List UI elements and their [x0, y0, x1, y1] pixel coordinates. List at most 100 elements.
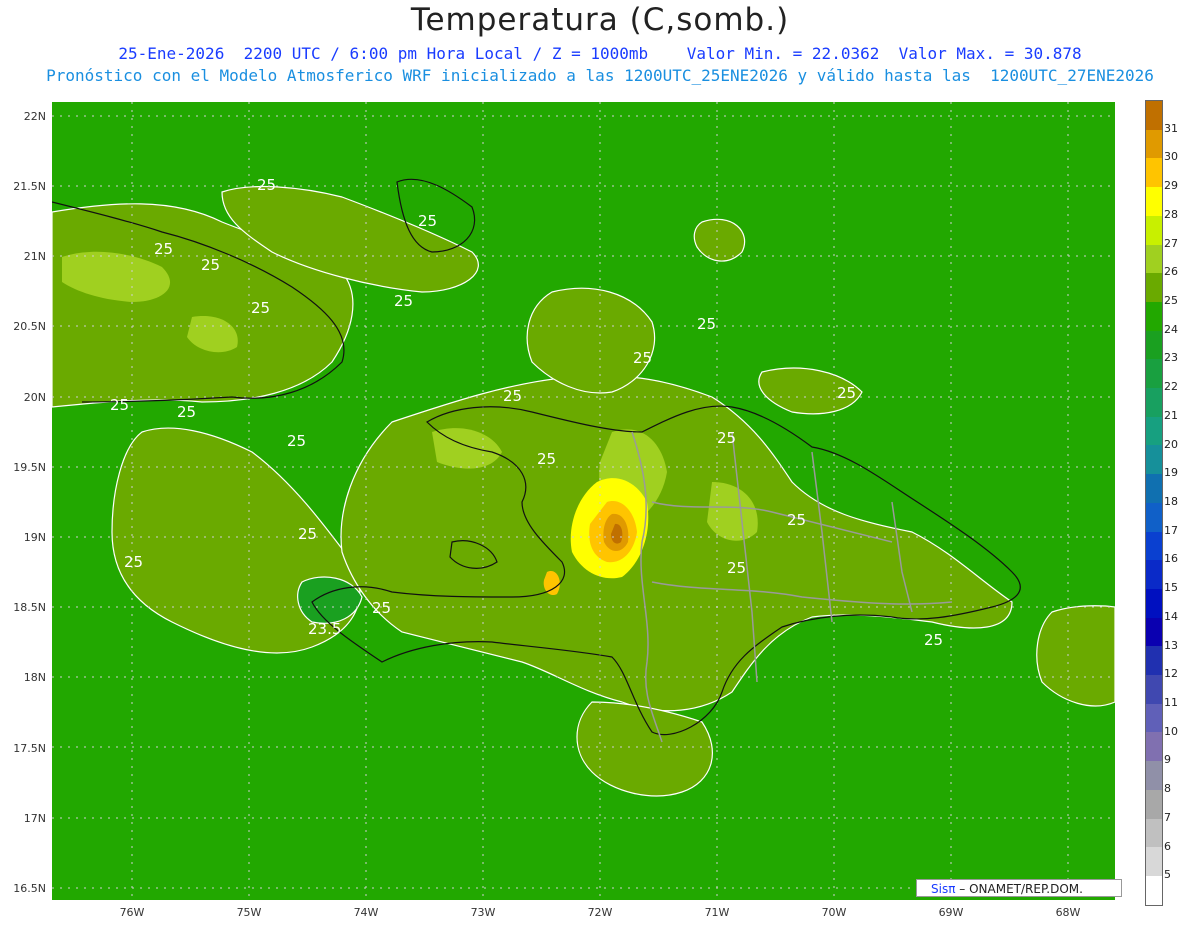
color-scale-label: 22: [1164, 380, 1178, 394]
credit-sis: Sisπ: [931, 882, 956, 896]
color-scale-swatch: [1146, 215, 1162, 245]
valid-time-line: 25-Ene-2026 2200 UTC / 6:00 pm Hora Loca…: [118, 44, 1082, 63]
color-scale-swatch: [1146, 703, 1162, 733]
color-scale-label: 28: [1164, 207, 1178, 221]
contour-label: 25: [124, 553, 144, 571]
color-scale-label: 11: [1164, 696, 1178, 709]
contour-label: 25: [537, 450, 557, 468]
lon-label: 69W: [938, 906, 964, 919]
color-scale-swatch: [1146, 101, 1162, 130]
color-scale-label: 21: [1164, 408, 1178, 422]
color-scale-swatch: [1146, 531, 1162, 561]
contour-label: 25: [287, 432, 307, 450]
temperature-map: [52, 102, 1115, 900]
contour-label: 25: [110, 396, 130, 414]
color-scale-label: 18: [1164, 495, 1178, 508]
contour-label: 25: [251, 299, 271, 317]
color-scale-swatch: [1146, 761, 1162, 790]
color-scale-swatch: [1146, 388, 1162, 417]
color-scale-swatch: [1146, 560, 1162, 589]
lon-label: 71W: [704, 906, 730, 919]
lat-label: 21.5N: [13, 180, 46, 193]
color-scale-swatch: [1146, 818, 1162, 848]
contour-label: 23.5: [308, 620, 342, 638]
color-scale-label: 29: [1164, 179, 1178, 193]
color-scale-label: 20: [1164, 437, 1178, 451]
color-scale-label: 31: [1164, 121, 1178, 135]
color-scale-label: 9: [1164, 753, 1171, 767]
contour-label: 25: [372, 599, 392, 617]
contour-label: 25: [837, 384, 857, 402]
color-scale-swatch: [1146, 445, 1162, 475]
color-scale-label: 17: [1164, 523, 1178, 537]
lat-label: 22N: [23, 110, 46, 123]
lat-label: 17N: [23, 812, 46, 825]
credit-org: – ONAMET/REP.DOM.: [959, 882, 1083, 896]
color-scale-swatch: [1146, 675, 1162, 704]
color-scale-label: 15: [1164, 581, 1178, 595]
color-scale-swatch: [1146, 416, 1162, 446]
lon-label: 68W: [1055, 906, 1081, 919]
color-scale-label: 5: [1164, 868, 1171, 882]
color-scale-label: 16: [1164, 552, 1178, 566]
lat-label: 19.5N: [13, 461, 46, 474]
lon-label: 73W: [470, 906, 496, 919]
lat-label: 20N: [23, 391, 46, 404]
color-scale-label: 8: [1164, 782, 1171, 796]
map-title: Temperatura (C,somb.): [410, 2, 790, 38]
color-scale-swatch: [1146, 158, 1162, 188]
lat-label: 16.5N: [13, 882, 46, 895]
color-scale-label: 23: [1164, 351, 1178, 365]
color-scale-swatch: [1146, 187, 1162, 216]
contour-label: 25: [394, 292, 414, 310]
lon-label: 72W: [587, 906, 613, 919]
color-scale-swatch: [1146, 732, 1162, 762]
color-scale-label: 12: [1164, 667, 1178, 681]
contour-label: 25: [418, 212, 438, 230]
contour-label: 25: [257, 176, 277, 194]
color-scale-label: 10: [1164, 724, 1178, 738]
contour-label: 25: [787, 511, 807, 529]
contour-label: 25: [727, 559, 747, 577]
color-scale-label: 25: [1164, 294, 1178, 307]
lat-label: 18.5N: [13, 601, 46, 614]
contour-label: 25: [154, 240, 174, 258]
contour-label: 25: [298, 525, 318, 543]
lon-label: 70W: [821, 906, 847, 919]
credit-box: Sisπ – ONAMET/REP.DOM.: [916, 879, 1122, 897]
color-scale-swatch: [1146, 789, 1162, 819]
color-scale-label: 24: [1164, 322, 1178, 336]
color-scale-swatch: [1146, 847, 1162, 876]
lat-label: 20.5N: [13, 320, 46, 333]
lat-label: 18N: [23, 671, 46, 684]
color-scale-swatch: [1146, 359, 1162, 389]
color-scale-label: 6: [1164, 839, 1171, 853]
color-scale-label: 7: [1164, 810, 1171, 824]
contour-label: 25: [717, 429, 737, 447]
color-scale-label: 13: [1164, 638, 1178, 652]
contour-label: 25: [201, 256, 221, 274]
contour-label: 25: [633, 349, 653, 367]
color-scale-swatch: [1146, 244, 1162, 274]
lat-label: 17.5N: [13, 742, 46, 755]
contour-label: 25: [503, 387, 523, 405]
model-info-line: Pronóstico con el Modelo Atmosferico WRF…: [46, 66, 1154, 85]
contour-label: 25: [697, 315, 717, 333]
lon-label: 75W: [236, 906, 262, 919]
color-scale-swatch: [1146, 273, 1162, 302]
color-scale-label: 19: [1164, 466, 1178, 480]
contour-label: 25: [924, 631, 944, 649]
color-scale-swatch: [1146, 502, 1162, 532]
color-scale-swatch: [1146, 875, 1162, 905]
color-scale-swatch: [1146, 588, 1162, 618]
lat-label: 21N: [23, 250, 46, 263]
color-scale-swatch: [1146, 474, 1162, 503]
color-scale-label: 14: [1164, 609, 1178, 623]
color-scale-label: 26: [1164, 265, 1178, 279]
lon-label: 76W: [119, 906, 145, 919]
lat-label: 19N: [23, 531, 46, 544]
color-scale-bar: [1145, 100, 1163, 906]
color-scale-swatch: [1146, 617, 1162, 647]
color-scale-swatch: [1146, 330, 1162, 360]
color-scale-label: 27: [1164, 236, 1178, 250]
